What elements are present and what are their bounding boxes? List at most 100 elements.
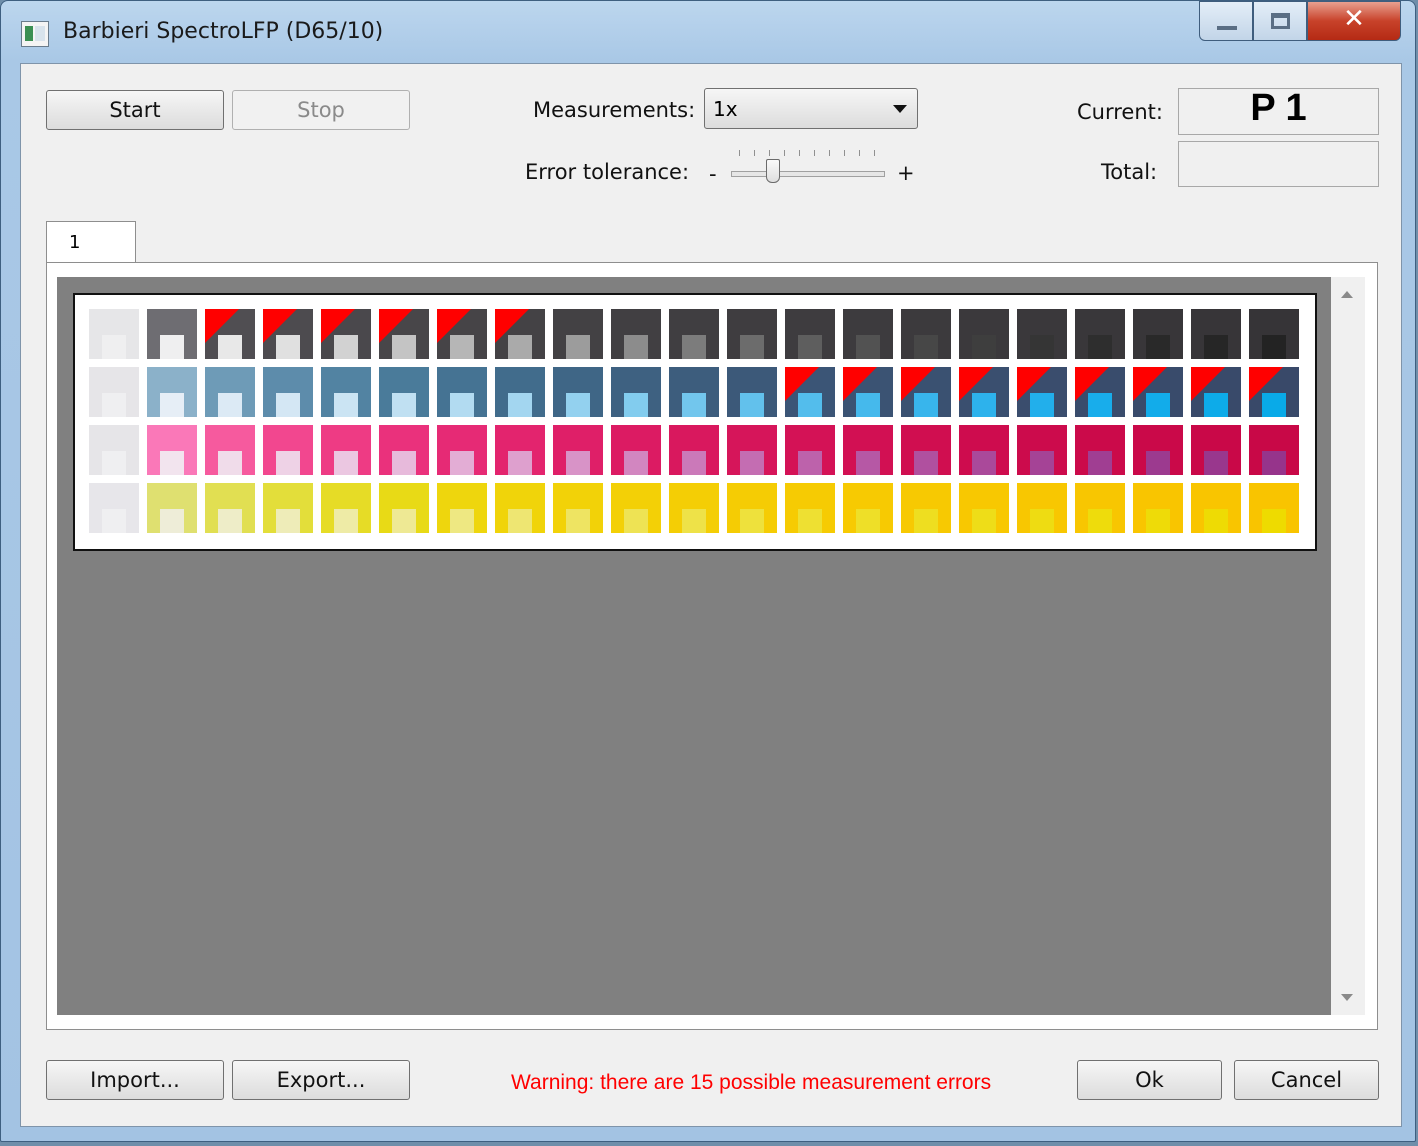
color-patch[interactable] — [147, 367, 197, 417]
color-patch[interactable] — [843, 425, 893, 475]
color-patch[interactable] — [611, 425, 661, 475]
minimize-button[interactable] — [1199, 1, 1253, 41]
color-patch[interactable] — [379, 483, 429, 533]
color-patch[interactable] — [1075, 309, 1125, 359]
scroll-down-icon[interactable] — [1341, 994, 1353, 1001]
color-patch[interactable] — [611, 309, 661, 359]
color-patch[interactable] — [611, 483, 661, 533]
color-patch[interactable] — [785, 367, 835, 417]
color-patch[interactable] — [1191, 483, 1241, 533]
color-patch[interactable] — [1133, 367, 1183, 417]
color-patch[interactable] — [1249, 483, 1299, 533]
color-patch[interactable] — [379, 425, 429, 475]
color-patch[interactable] — [959, 367, 1009, 417]
measurements-dropdown[interactable]: 1x — [704, 88, 918, 129]
color-patch[interactable] — [1133, 425, 1183, 475]
color-patch[interactable] — [1017, 425, 1067, 475]
color-patch[interactable] — [727, 483, 777, 533]
color-patch[interactable] — [1249, 367, 1299, 417]
color-patch[interactable] — [669, 483, 719, 533]
color-patch[interactable] — [437, 483, 487, 533]
stop-button[interactable]: Stop — [232, 90, 410, 130]
color-patch[interactable] — [147, 483, 197, 533]
color-patch[interactable] — [785, 483, 835, 533]
color-patch[interactable] — [495, 367, 545, 417]
title-bar[interactable]: Barbieri SpectroLFP (D65/10) ✕ — [1, 1, 1415, 63]
export-button[interactable]: Export... — [232, 1060, 410, 1100]
color-patch[interactable] — [263, 367, 313, 417]
error-tolerance-slider[interactable] — [731, 144, 887, 184]
color-patch[interactable] — [901, 367, 951, 417]
color-patch[interactable] — [1017, 309, 1067, 359]
cancel-button[interactable]: Cancel — [1234, 1060, 1379, 1100]
color-patch[interactable] — [89, 309, 139, 359]
import-button[interactable]: Import... — [46, 1060, 224, 1100]
color-patch[interactable] — [205, 425, 255, 475]
tab-1[interactable]: 1 — [46, 221, 136, 263]
color-patch[interactable] — [495, 425, 545, 475]
color-patch[interactable] — [553, 425, 603, 475]
color-patch[interactable] — [959, 483, 1009, 533]
color-patch[interactable] — [205, 309, 255, 359]
color-patch[interactable] — [553, 367, 603, 417]
color-patch[interactable] — [843, 309, 893, 359]
color-patch[interactable] — [1133, 483, 1183, 533]
color-patch[interactable] — [321, 367, 371, 417]
color-patch[interactable] — [1017, 367, 1067, 417]
color-patch[interactable] — [901, 309, 951, 359]
color-patch[interactable] — [437, 367, 487, 417]
color-patch[interactable] — [959, 309, 1009, 359]
color-patch[interactable] — [785, 425, 835, 475]
color-patch[interactable] — [495, 309, 545, 359]
color-patch[interactable] — [205, 483, 255, 533]
color-patch[interactable] — [89, 483, 139, 533]
maximize-button[interactable] — [1253, 1, 1307, 41]
color-patch[interactable] — [727, 309, 777, 359]
color-patch[interactable] — [1075, 367, 1125, 417]
slider-thumb[interactable] — [766, 159, 780, 183]
color-patch[interactable] — [669, 425, 719, 475]
color-patch[interactable] — [553, 309, 603, 359]
color-patch[interactable] — [959, 425, 1009, 475]
color-patch[interactable] — [205, 367, 255, 417]
color-patch[interactable] — [437, 309, 487, 359]
color-patch[interactable] — [553, 483, 603, 533]
close-button[interactable]: ✕ — [1307, 1, 1401, 41]
color-patch[interactable] — [89, 425, 139, 475]
color-patch[interactable] — [669, 309, 719, 359]
color-patch[interactable] — [147, 309, 197, 359]
color-patch[interactable] — [1249, 309, 1299, 359]
color-patch[interactable] — [89, 367, 139, 417]
color-patch[interactable] — [1133, 309, 1183, 359]
color-patch[interactable] — [1191, 425, 1241, 475]
vertical-scrollbar[interactable] — [1331, 277, 1365, 1015]
color-patch[interactable] — [901, 483, 951, 533]
color-patch[interactable] — [669, 367, 719, 417]
color-patch[interactable] — [147, 425, 197, 475]
scroll-up-icon[interactable] — [1341, 291, 1353, 298]
color-patch[interactable] — [727, 425, 777, 475]
color-patch[interactable] — [611, 367, 661, 417]
color-patch[interactable] — [321, 425, 371, 475]
color-patch[interactable] — [495, 483, 545, 533]
color-patch[interactable] — [1075, 483, 1125, 533]
color-patch[interactable] — [1191, 309, 1241, 359]
color-patch[interactable] — [437, 425, 487, 475]
color-patch[interactable] — [843, 483, 893, 533]
color-patch[interactable] — [321, 483, 371, 533]
color-patch[interactable] — [785, 309, 835, 359]
color-patch[interactable] — [901, 425, 951, 475]
color-patch[interactable] — [843, 367, 893, 417]
color-patch[interactable] — [727, 367, 777, 417]
color-patch[interactable] — [1075, 425, 1125, 475]
color-patch[interactable] — [1249, 425, 1299, 475]
color-patch[interactable] — [379, 309, 429, 359]
start-button[interactable]: Start — [46, 90, 224, 130]
color-patch[interactable] — [263, 425, 313, 475]
color-patch[interactable] — [1017, 483, 1067, 533]
ok-button[interactable]: Ok — [1077, 1060, 1222, 1100]
color-patch[interactable] — [321, 309, 371, 359]
color-patch[interactable] — [379, 367, 429, 417]
color-patch[interactable] — [263, 309, 313, 359]
color-patch[interactable] — [1191, 367, 1241, 417]
